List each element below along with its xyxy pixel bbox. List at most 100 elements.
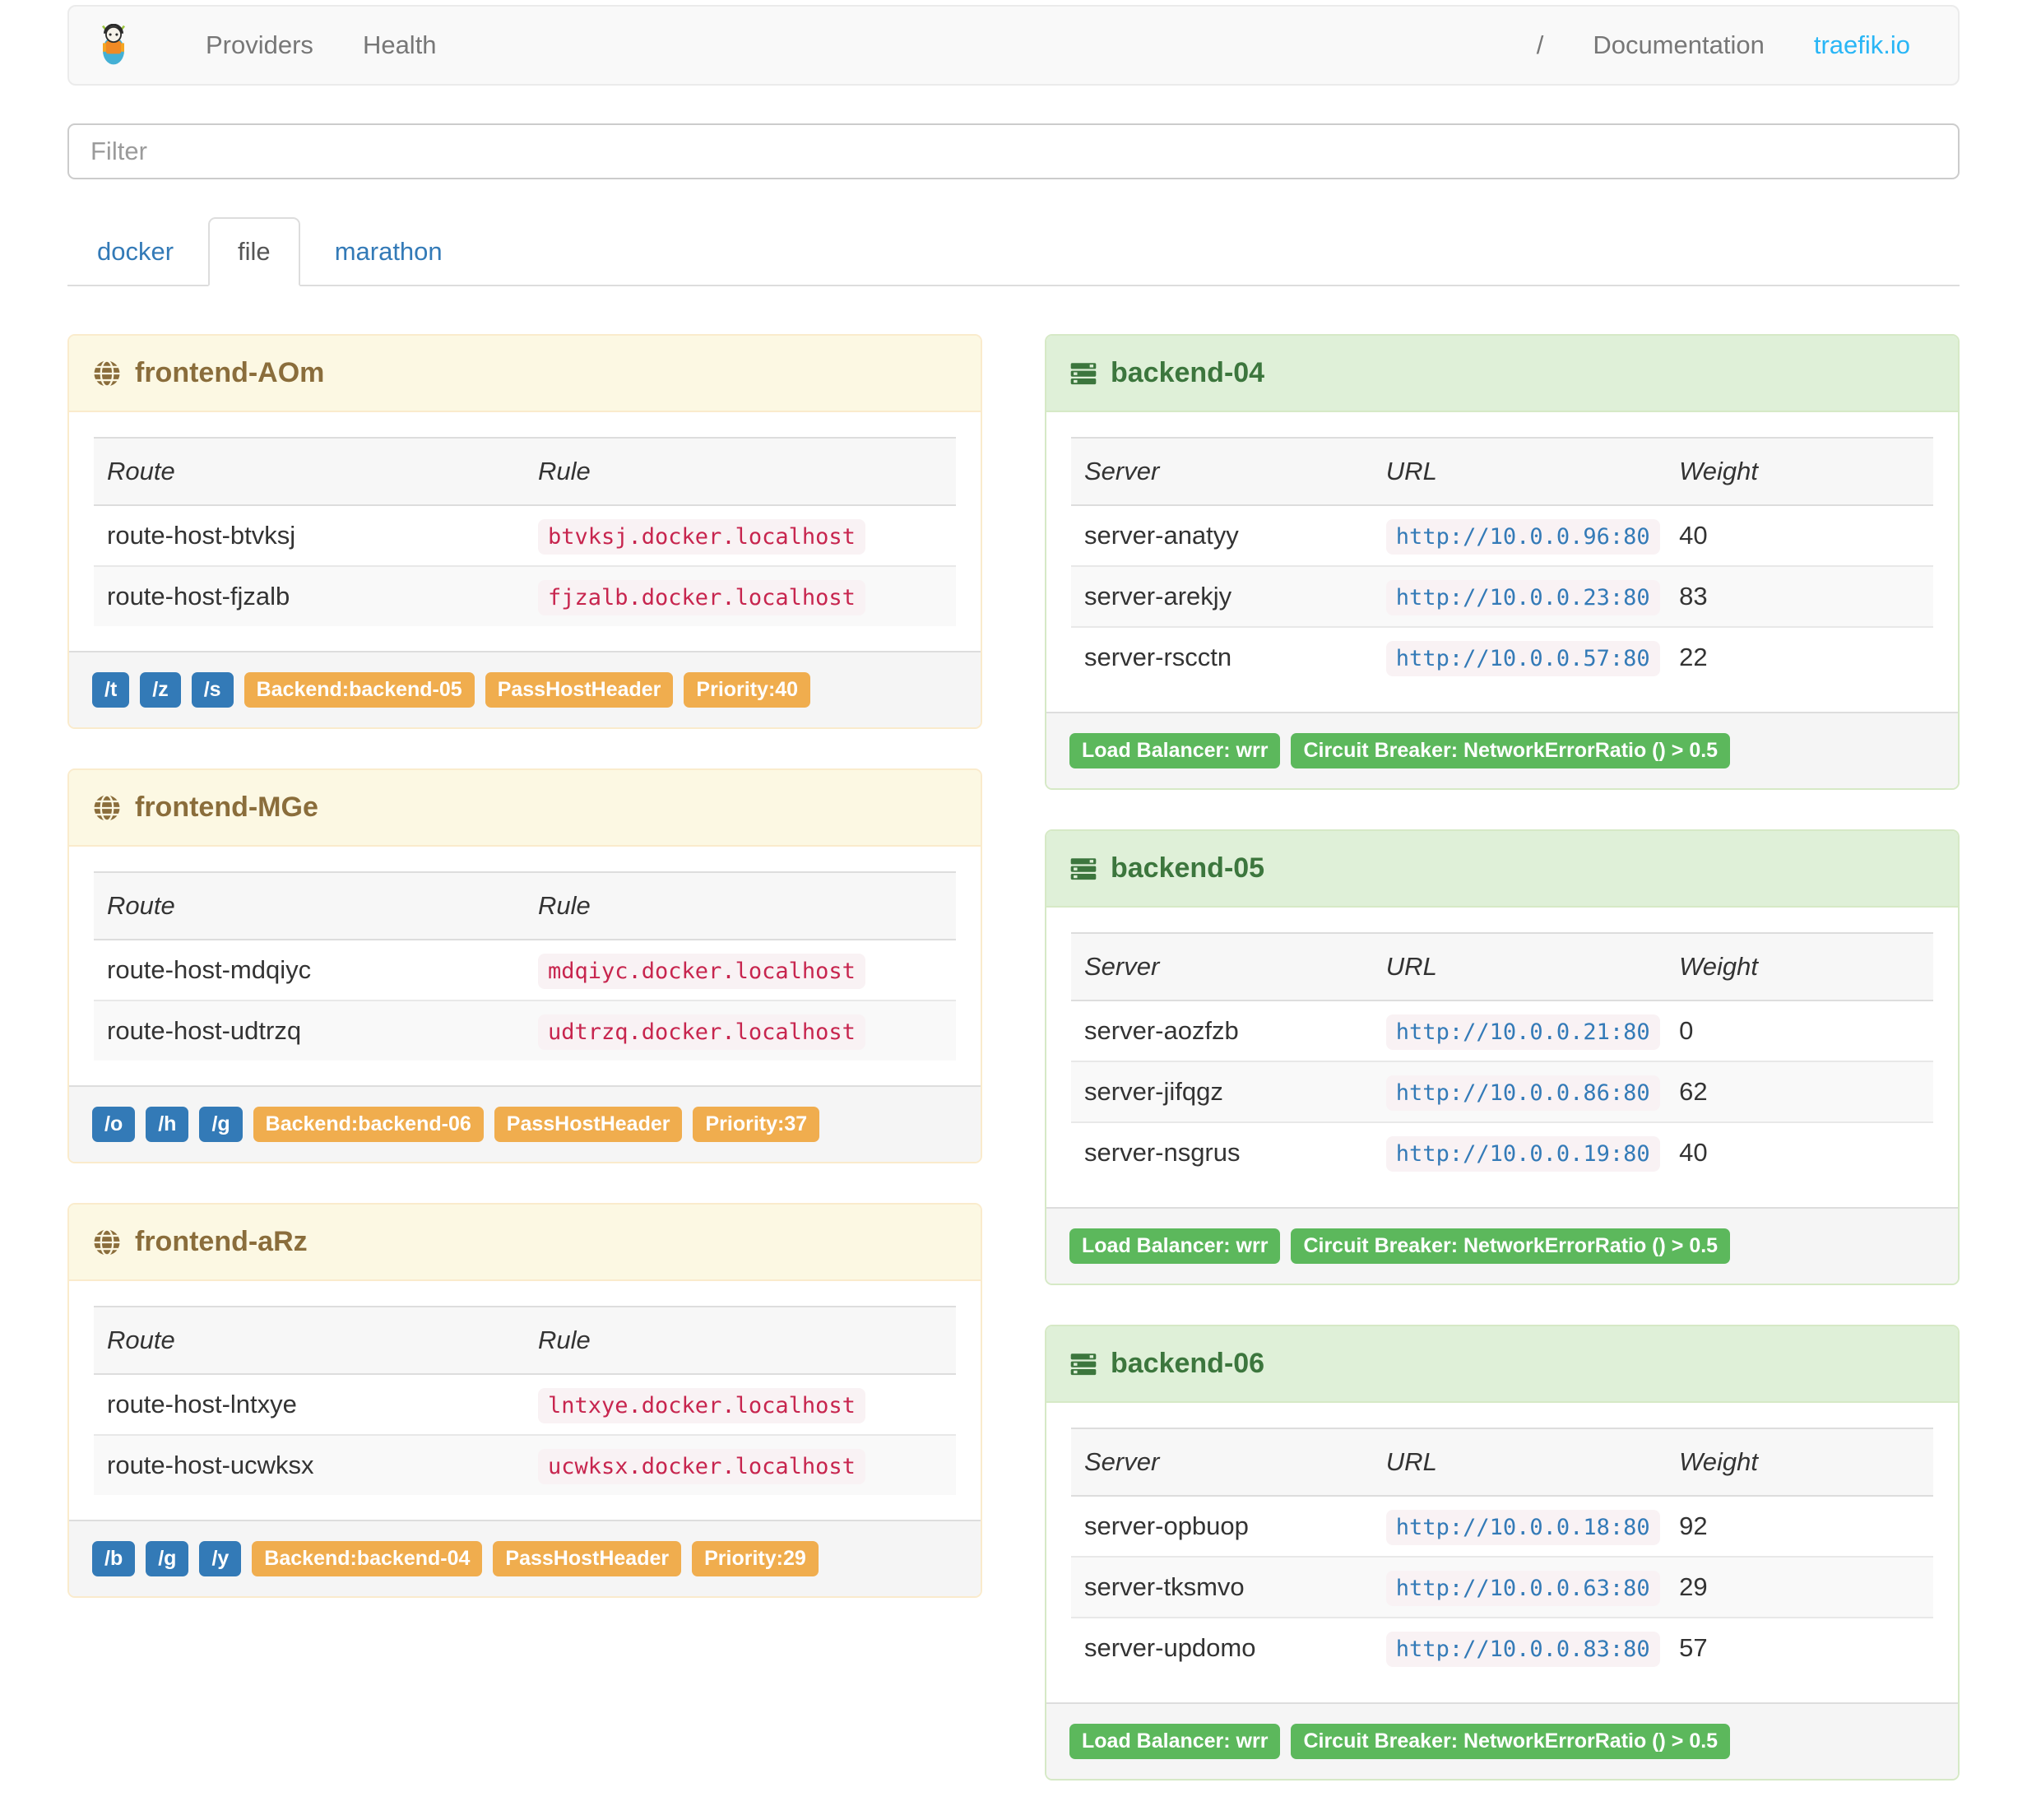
server-url-code: http://10.0.0.21:80 xyxy=(1385,1014,1660,1050)
backend-config-badge: Circuit Breaker: NetworkErrorRatio () > … xyxy=(1291,1228,1731,1264)
frontend-panel-body: Route Rule route-host-mdqiyc mdqiyc.docker.… xyxy=(69,847,981,1085)
column-header-weight: Weight xyxy=(1679,457,1759,485)
frontend-config-badge: Backend:backend-04 xyxy=(252,1541,483,1576)
frontend-panel-title: frontend-aRz xyxy=(135,1226,308,1257)
rule-code: lntxye.docker.localhost xyxy=(538,1388,865,1423)
server-url-code: http://10.0.0.19:80 xyxy=(1385,1136,1660,1172)
server-weight: 83 xyxy=(1679,582,1708,611)
column-header-server: Server xyxy=(1084,1447,1160,1476)
page: Providers Health / Documentation traefik… xyxy=(67,5,1960,1820)
nav-link-documentation[interactable]: Documentation xyxy=(1568,30,1789,60)
route-row: route-host-lntxye lntxye.docker.localhost xyxy=(94,1374,956,1435)
backend-panel: backend-06 Server URL Weight server-opbuop ht… xyxy=(1045,1325,1960,1781)
server-url-link[interactable]: http://10.0.0.57:80 xyxy=(1396,646,1650,671)
server-url-code: http://10.0.0.83:80 xyxy=(1385,1632,1660,1667)
server-url-link[interactable]: http://10.0.0.23:80 xyxy=(1396,585,1650,611)
server-name: server-rscctn xyxy=(1084,643,1232,671)
column-header-route: Route xyxy=(107,1326,175,1354)
backend-panel-footer: Load Balancer: wrr Circuit Breaker: Netwo… xyxy=(1046,712,1958,788)
server-row: server-arekjy http://10.0.0.23:80 83 xyxy=(1071,566,1933,627)
server-name: server-anatyy xyxy=(1084,521,1239,550)
provider-tabs: docker file marathon xyxy=(67,217,1960,286)
routes-table: Route Rule route-host-mdqiyc mdqiyc.docker.… xyxy=(94,871,956,1061)
backend-config-badge: Load Balancer: wrr xyxy=(1069,733,1281,768)
backends-column: backend-04 Server URL Weight server-anatyy ht… xyxy=(1045,334,1960,1820)
tab-file[interactable]: file xyxy=(208,217,300,286)
server-row: server-nsgrus http://10.0.0.19:80 40 xyxy=(1071,1122,1933,1182)
server-name: server-updomo xyxy=(1084,1633,1256,1662)
server-name: server-arekjy xyxy=(1084,582,1232,611)
column-header-server: Server xyxy=(1084,457,1160,485)
traefik-logo[interactable] xyxy=(92,24,135,67)
column-header-route: Route xyxy=(107,891,175,920)
frontend-panel: frontend-AOm Route Rule route-host-btvksj bt… xyxy=(67,334,982,729)
server-url-link[interactable]: http://10.0.0.83:80 xyxy=(1396,1637,1650,1662)
server-url-link[interactable]: http://10.0.0.18:80 xyxy=(1396,1515,1650,1540)
server-row: server-anatyy http://10.0.0.96:80 40 xyxy=(1071,505,1933,566)
server-weight: 22 xyxy=(1679,643,1708,671)
navbar: Providers Health / Documentation traefik… xyxy=(67,5,1960,86)
route-name: route-host-lntxye xyxy=(107,1390,297,1418)
column-header-weight: Weight xyxy=(1679,1447,1759,1476)
backend-config-badge: Load Balancer: wrr xyxy=(1069,1724,1281,1759)
frontend-panel-footer: /t/z/s Backend:backend-05 PassHostHeader Pr… xyxy=(69,651,981,727)
server-url-link[interactable]: http://10.0.0.21:80 xyxy=(1396,1019,1650,1045)
server-url-link[interactable]: http://10.0.0.96:80 xyxy=(1396,524,1650,550)
path-badge: /h xyxy=(146,1107,189,1142)
filter-input[interactable] xyxy=(67,123,1960,179)
server-url-code: http://10.0.0.86:80 xyxy=(1385,1075,1660,1111)
route-name: route-host-ucwksx xyxy=(107,1451,314,1479)
column-header-rule: Rule xyxy=(538,1326,591,1354)
frontend-config-badge: Priority:40 xyxy=(684,672,811,708)
path-badge: /t xyxy=(92,672,130,708)
table-header-row: Route Rule xyxy=(94,438,956,505)
nav-link-slash[interactable]: / xyxy=(1512,30,1569,60)
content: frontend-AOm Route Rule route-host-btvksj bt… xyxy=(67,334,1960,1820)
server-name: server-nsgrus xyxy=(1084,1138,1241,1167)
server-url-link[interactable]: http://10.0.0.86:80 xyxy=(1396,1080,1650,1106)
servers-table: Server URL Weight server-anatyy http://10.0.… xyxy=(1071,437,1933,687)
server-weight: 0 xyxy=(1679,1016,1694,1045)
filter-section xyxy=(67,123,1960,179)
nav-link-health[interactable]: Health xyxy=(338,30,462,60)
routes-table: Route Rule route-host-btvksj btvksj.docker.… xyxy=(94,437,956,626)
server-url-link[interactable]: http://10.0.0.63:80 xyxy=(1396,1576,1650,1601)
server-url-link[interactable]: http://10.0.0.19:80 xyxy=(1396,1141,1650,1167)
tab-docker[interactable]: docker xyxy=(67,217,203,286)
globe-icon xyxy=(92,793,122,823)
column-header-url: URL xyxy=(1385,1447,1437,1476)
server-name: server-jifqgz xyxy=(1084,1077,1223,1106)
route-row: route-host-mdqiyc mdqiyc.docker.localhost xyxy=(94,940,956,1001)
frontend-config-badge: PassHostHeader xyxy=(493,1541,682,1576)
frontend-panel-title: frontend-MGe xyxy=(135,792,318,823)
nav-link-providers[interactable]: Providers xyxy=(181,30,338,60)
route-row: route-host-btvksj btvksj.docker.localhost xyxy=(94,505,956,566)
nav-link-traefik-io[interactable]: traefik.io xyxy=(1789,30,1935,60)
routes-table: Route Rule route-host-lntxye lntxye.docker.… xyxy=(94,1306,956,1495)
server-name: server-tksmvo xyxy=(1084,1572,1245,1601)
frontends-column: frontend-AOm Route Rule route-host-btvksj bt… xyxy=(67,334,982,1637)
column-header-url: URL xyxy=(1385,457,1437,485)
server-weight: 62 xyxy=(1679,1077,1708,1106)
path-badge: /y xyxy=(199,1541,242,1576)
frontend-panel: frontend-aRz Route Rule route-host-lntxye ln… xyxy=(67,1203,982,1598)
servers-table: Server URL Weight server-opbuop http://10.0.… xyxy=(1071,1428,1933,1678)
frontend-panel-header: frontend-MGe xyxy=(69,770,981,847)
servers-table: Server URL Weight server-aozfzb http://10.0.… xyxy=(1071,932,1933,1182)
servers-icon xyxy=(1069,855,1097,883)
server-url-code: http://10.0.0.23:80 xyxy=(1385,580,1660,615)
backend-panel: backend-05 Server URL Weight server-aozfzb ht… xyxy=(1045,829,1960,1285)
frontend-config-badge: Priority:37 xyxy=(693,1107,820,1142)
table-header-row: Server URL Weight xyxy=(1071,933,1933,1001)
backend-panel-body: Server URL Weight server-opbuop http://10.0.… xyxy=(1046,1403,1958,1702)
frontend-panel: frontend-MGe Route Rule route-host-mdqiyc md… xyxy=(67,768,982,1163)
server-row: server-aozfzb http://10.0.0.21:80 0 xyxy=(1071,1001,1933,1061)
server-url-code: http://10.0.0.96:80 xyxy=(1385,519,1660,555)
frontend-panel-body: Route Rule route-host-lntxye lntxye.docker.… xyxy=(69,1281,981,1520)
frontend-panel-footer: /o/h/g Backend:backend-06 PassHostHeader Pr… xyxy=(69,1085,981,1162)
path-badge: /o xyxy=(92,1107,136,1142)
rule-code: ucwksx.docker.localhost xyxy=(538,1449,865,1484)
tab-marathon[interactable]: marathon xyxy=(305,217,472,286)
column-header-server: Server xyxy=(1084,952,1160,981)
table-header-row: Route Rule xyxy=(94,1307,956,1374)
